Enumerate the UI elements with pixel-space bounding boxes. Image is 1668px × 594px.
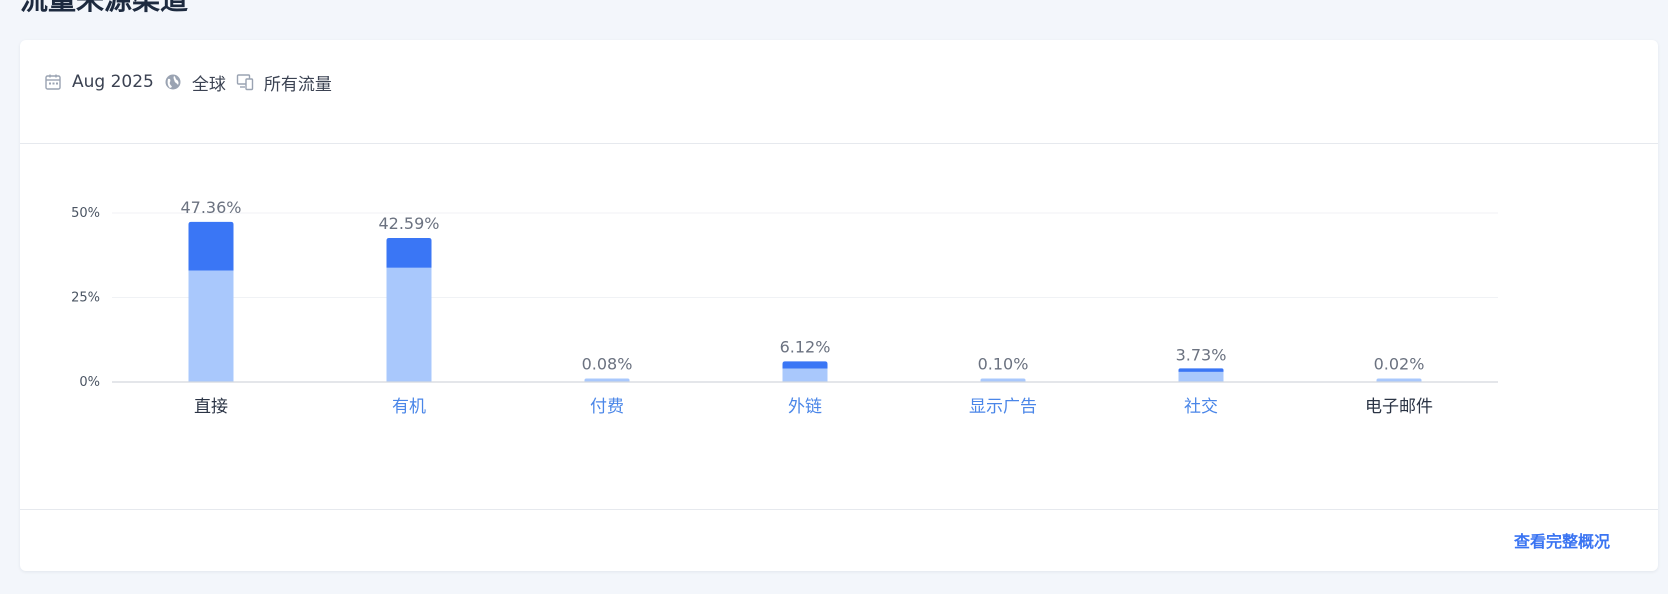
footer-divider — [20, 509, 1658, 510]
bar-value-label: 6.12% — [780, 337, 831, 356]
category-label: 电子邮件 — [1365, 397, 1433, 417]
page-title: 流量来源渠道 — [20, 0, 188, 18]
region-filter[interactable]: 全球 — [164, 70, 226, 95]
bar-segment — [188, 221, 234, 271]
bar-segment — [1178, 368, 1224, 372]
date-filter-label: Aug 2025 — [72, 72, 154, 92]
category-label[interactable]: 有机 — [392, 397, 426, 417]
traffic-bar-chart: 0% 25% 50% 47.36% 直接 42.59% 有机 0.08% 付费 6.12% 外链 0.… — [71, 198, 1498, 417]
bar-segment — [188, 270, 234, 382]
bar-segment — [386, 267, 432, 382]
filter-bar: Aug 2025 全球 所有流量 — [44, 70, 342, 95]
bar-segment — [782, 361, 828, 369]
traffic-sources-card: Aug 2025 全球 所有流量 0% 25% 50% 47.36% 直接 42.59% 有… — [20, 40, 1658, 571]
bar-value-label: 42.59% — [378, 214, 439, 233]
traffic-chart: 0% 25% 50% 47.36% 直接 42.59% 有机 0.08% 付费 6.12% 外链 0.… — [20, 144, 1658, 509]
y-tick-label: 25% — [71, 291, 100, 306]
bar-segment — [386, 238, 432, 268]
bar-value-label: 0.10% — [978, 355, 1029, 374]
y-tick-label: 0% — [79, 375, 100, 390]
traffic-filter-label: 所有流量 — [263, 74, 332, 95]
category-label[interactable]: 社交 — [1184, 397, 1218, 417]
bar-segment — [782, 368, 828, 382]
category-label: 直接 — [194, 397, 228, 417]
bar-value-label: 47.36% — [180, 198, 241, 217]
devices-icon — [236, 74, 254, 91]
category-label[interactable]: 付费 — [590, 397, 624, 417]
date-filter[interactable]: Aug 2025 — [44, 72, 154, 92]
view-full-overview-link[interactable]: 查看完整概况 — [1514, 528, 1610, 552]
region-filter-label: 全球 — [191, 74, 226, 95]
bar-value-label: 3.73% — [1176, 345, 1227, 364]
category-label[interactable]: 显示广告 — [969, 397, 1037, 417]
traffic-filter[interactable]: 所有流量 — [236, 70, 332, 95]
globe-icon — [165, 74, 181, 90]
y-tick-label: 50% — [71, 206, 100, 221]
calendar-icon — [45, 74, 61, 90]
category-label[interactable]: 外链 — [788, 397, 822, 417]
bar-value-label: 0.02% — [1374, 355, 1425, 374]
bar-segment — [1178, 371, 1224, 382]
bar-value-label: 0.08% — [582, 355, 633, 374]
